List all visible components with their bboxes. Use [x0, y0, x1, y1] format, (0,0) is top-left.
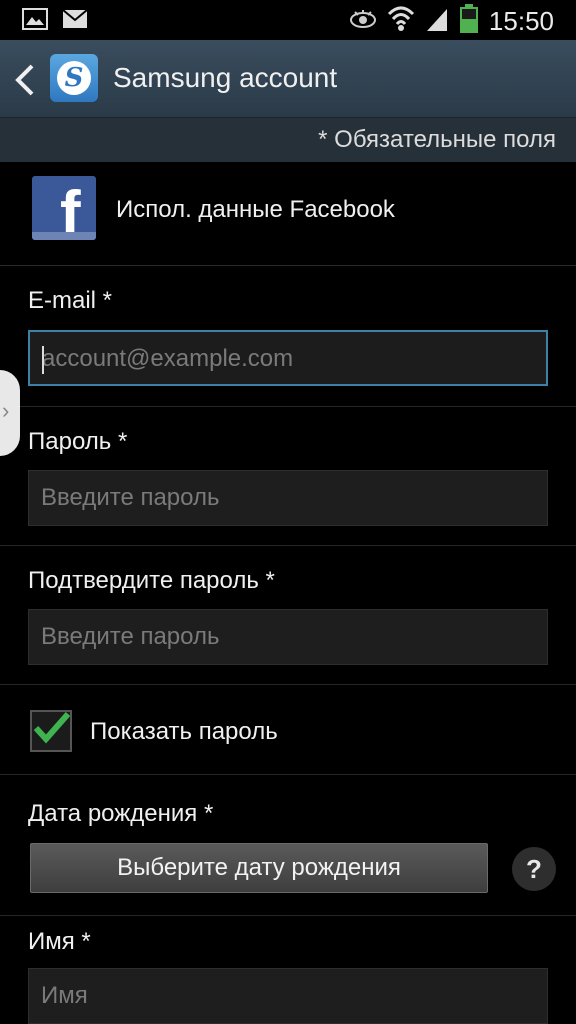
confirm-password-label: Подтвердите пароль * [28, 567, 275, 594]
divider [0, 774, 576, 775]
facebook-login-row[interactable]: f Испол. данные Facebook [0, 162, 576, 266]
battery-icon [459, 4, 479, 39]
divider [0, 545, 576, 546]
show-password-checkbox[interactable] [30, 710, 72, 752]
facebook-label: Испол. данные Facebook [116, 196, 395, 223]
side-panel-handle[interactable]: › [0, 370, 20, 456]
email-placeholder: account@example.com [42, 345, 294, 372]
password-placeholder: Введите пароль [41, 484, 220, 511]
logo-letter: S [57, 61, 91, 95]
email-field[interactable]: account@example.com [28, 330, 548, 386]
gallery-icon [22, 8, 48, 35]
text-cursor [42, 346, 44, 374]
checkmark-icon [33, 712, 71, 744]
wifi-icon [387, 4, 415, 39]
email-label: E-mail * [28, 287, 113, 314]
required-fields-note: * Обязательные поля [318, 126, 556, 153]
name-placeholder: Имя [41, 982, 88, 1009]
password-field[interactable]: Введите пароль [28, 470, 548, 526]
clock: 15:50 [488, 6, 554, 36]
name-field[interactable]: Имя [28, 968, 548, 1024]
eye-icon [349, 9, 377, 34]
divider [0, 684, 576, 685]
required-fields-bar: * Обязательные поля [0, 118, 576, 162]
page-title: Samsung account [113, 62, 338, 93]
name-label: Имя * [28, 928, 91, 955]
back-icon[interactable] [12, 62, 38, 98]
chevron-right-icon: › [2, 398, 10, 423]
status-bar: 15:50 [0, 0, 576, 40]
select-birth-date-button[interactable]: Выберите дату рождения [30, 843, 488, 893]
help-icon[interactable]: ? [512, 847, 556, 891]
samsung-account-logo-icon[interactable]: S [50, 54, 98, 102]
password-label: Пароль * [28, 428, 128, 455]
show-password-label[interactable]: Показать пароль [90, 718, 278, 746]
divider [0, 915, 576, 916]
facebook-letter: f [60, 179, 81, 240]
birth-date-label: Дата рождения * [28, 800, 214, 827]
action-bar: S Samsung account [0, 40, 576, 118]
facebook-icon: f [32, 176, 96, 240]
confirm-password-field[interactable]: Введите пароль [28, 609, 548, 665]
mail-icon [62, 8, 88, 35]
confirm-password-placeholder: Введите пароль [41, 623, 220, 650]
signal-icon [425, 5, 449, 38]
divider [0, 406, 576, 407]
